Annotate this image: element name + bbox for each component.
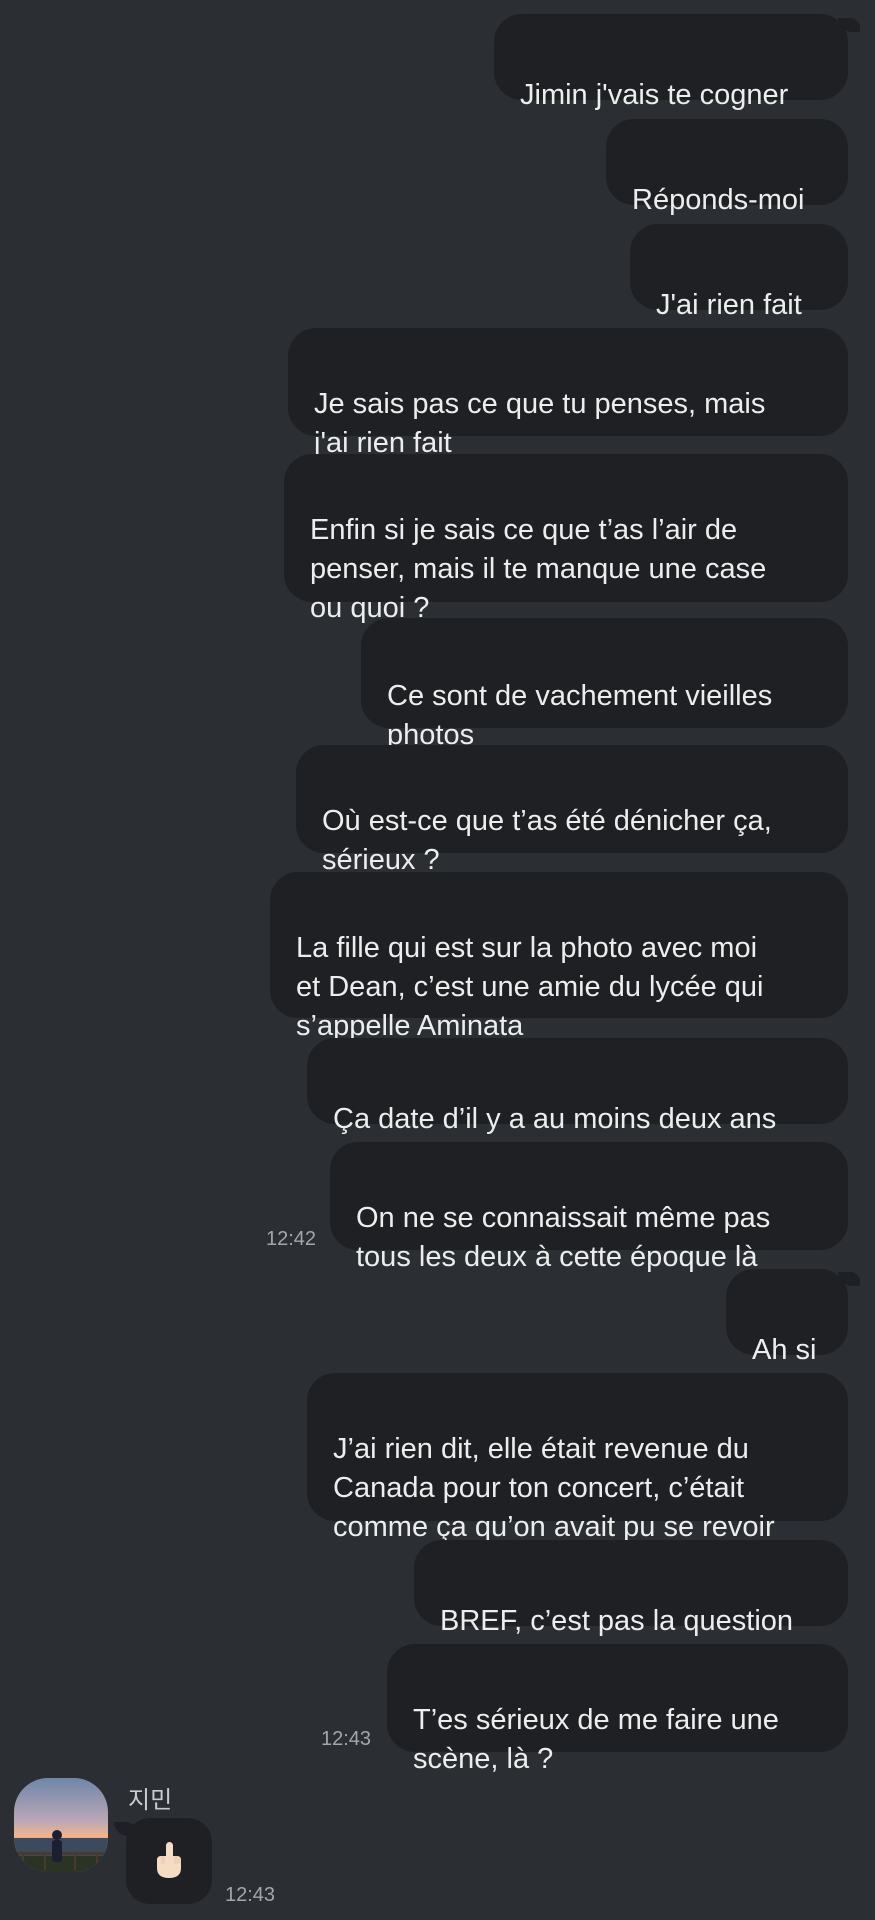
message-text: T’es sérieux de me faire une scène, là ? xyxy=(413,1704,779,1775)
contact-name: 지민 xyxy=(128,1787,173,1814)
sent-message-bubble[interactable]: Enfin si je sais ce que t’as l’air de pe… xyxy=(284,454,848,624)
message-text: Ah si xyxy=(752,1334,817,1366)
message-text: Je sais pas ce que tu penses, mais j'ai … xyxy=(314,388,766,459)
message-text: BREF, c’est pas la question xyxy=(440,1605,794,1637)
sent-message-bubble[interactable]: Ce sont de vachement vieilles photos xyxy=(361,618,848,751)
message-text: Ça date d’il y a au moins deux ans xyxy=(333,1103,777,1135)
chat-conversation: Jimin j'vais te cogner Réponds-moi J'ai … xyxy=(0,0,875,1920)
message-timestamp: 12:43 xyxy=(225,1884,276,1906)
sent-message-bubble[interactable]: Où est-ce que t’as été dénicher ça, séri… xyxy=(296,745,848,876)
sent-message-bubble[interactable]: Ça date d’il y a au moins deux ans xyxy=(307,1038,848,1135)
sent-message-bubble[interactable]: Je sais pas ce que tu penses, mais j'ai … xyxy=(288,328,848,459)
sunset-ocean-avatar-icon xyxy=(14,1778,108,1872)
received-message-bubble[interactable] xyxy=(126,1818,212,1904)
message-text: Réponds-moi xyxy=(632,184,805,216)
sent-message-bubble[interactable]: Jimin j'vais te cogner xyxy=(494,14,848,111)
message-text: Ce sont de vachement vieilles photos xyxy=(387,680,773,751)
message-text: J'ai rien fait xyxy=(656,289,802,321)
message-timestamp: 12:42 xyxy=(266,1228,317,1250)
sent-message-bubble[interactable]: J’ai rien dit, elle était revenue du Can… xyxy=(307,1373,848,1543)
message-text: Enfin si je sais ce que t’as l’air de pe… xyxy=(310,514,767,624)
message-text: Où est-ce que t’as été dénicher ça, séri… xyxy=(322,805,772,876)
sent-message-bubble[interactable]: La fille qui est sur la photo avec moi e… xyxy=(270,872,848,1042)
message-text: On ne se connaissait même pas tous les d… xyxy=(356,1202,771,1273)
contact-avatar[interactable] xyxy=(14,1778,108,1872)
sent-message-bubble[interactable]: On ne se connaissait même pas tous les d… xyxy=(330,1142,848,1273)
sent-message-bubble[interactable]: BREF, c’est pas la question xyxy=(414,1540,848,1637)
message-timestamp: 12:43 xyxy=(321,1728,372,1750)
message-text: Jimin j'vais te cogner xyxy=(520,79,789,111)
message-text: La fille qui est sur la photo avec moi e… xyxy=(296,932,764,1042)
sent-message-bubble[interactable]: T’es sérieux de me faire une scène, là ? xyxy=(387,1644,848,1775)
sent-message-bubble[interactable]: Ah si xyxy=(726,1269,848,1366)
sent-message-bubble[interactable]: Réponds-moi xyxy=(606,119,848,216)
sent-message-bubble[interactable]: J'ai rien fait xyxy=(630,224,848,321)
middle-finger-emoji-icon xyxy=(157,1842,181,1878)
message-text: J’ai rien dit, elle était revenue du Can… xyxy=(333,1433,775,1543)
